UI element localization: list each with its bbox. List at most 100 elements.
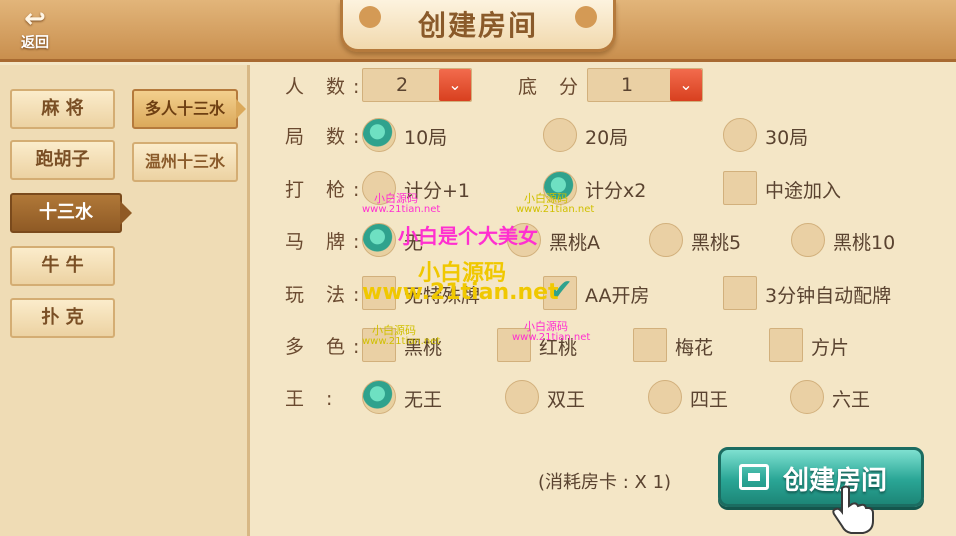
variant-tab-multi[interactable]: 多人十三水 [132,89,246,129]
horse-option-spade-5[interactable]: 黑桃5 [649,221,769,261]
game-tab-label: 牛 牛 [41,255,84,276]
option-label: 双王 [547,389,586,411]
option-label: 无王 [404,389,443,411]
radio-icon [362,171,396,205]
radio-icon [791,223,825,257]
option-label: 红桃 [539,337,578,359]
back-button[interactable]: ↩ 返回 [6,4,64,58]
game-tab-poker[interactable]: 扑 克 [10,298,115,338]
colors-option-diamond[interactable]: 方片 [769,326,879,366]
game-tab-paohuzi[interactable]: 跑胡子 [10,140,115,180]
row-horse: 马 牌: 无 黑桃A 黑桃5 黑桃10 [285,221,925,261]
base-score-value: 1 [620,74,634,96]
shoot-option-x2[interactable]: 计分x2 [543,169,683,209]
colors-label: 多 色: [285,336,368,358]
checkbox-icon [769,328,803,362]
shoot-option-plus1[interactable]: 计分+1 [362,169,502,209]
checkbox-icon [497,328,531,362]
pointing-hand-icon [832,485,874,534]
option-label: 黑桃 [404,337,443,359]
radio-icon [649,223,683,257]
joker-option-six[interactable]: 六王 [790,378,900,418]
option-label: 黑桃5 [691,232,742,254]
players-label: 人 数: [285,76,368,98]
radio-icon [507,223,541,257]
radio-icon [790,380,824,414]
play-option-no-special[interactable]: 无特殊牌 [362,274,512,314]
base-score-dropdown[interactable]: 1 ⌄ [587,68,703,102]
radio-icon [543,118,577,152]
variant-tab-wenzhou[interactable]: 温州十三水 [132,142,238,182]
top-bar: ↩ 返回 创建房间 [0,0,956,62]
joker-option-two[interactable]: 双王 [505,378,615,418]
joker-option-four[interactable]: 四王 [648,378,758,418]
game-tab-label: 麻 将 [41,98,84,119]
horse-option-spade-a[interactable]: 黑桃A [507,221,627,261]
option-label: 梅花 [675,337,714,359]
room-card-cost: (消耗房卡 : X 1) [538,472,672,493]
game-tab-label: 扑 克 [41,307,84,328]
title-plate: 创建房间 [340,0,616,52]
option-label: 10局 [404,127,448,149]
game-sidebar: 麻 将 跑胡子 十三水 牛 牛 扑 克 多人十三水 温州十三水 [0,65,250,536]
players-dropdown[interactable]: 2 ⌄ [362,68,472,102]
option-label: 四王 [690,389,729,411]
colors-option-heart[interactable]: 红桃 [497,326,607,366]
option-label: 无特殊牌 [404,285,481,307]
option-label: 方片 [811,337,850,359]
option-label: 中途加入 [765,180,842,202]
option-label: 无 [404,232,424,254]
option-label: 30局 [765,127,809,149]
create-room-button[interactable]: 创建房间 [718,447,924,507]
horse-option-none[interactable]: 无 [362,221,472,261]
variant-tab-label: 温州十三水 [144,152,225,171]
back-arrow-icon: ↩ [24,4,46,34]
rounds-option-30[interactable]: 30局 [723,116,843,156]
game-tab-label: 十三水 [39,202,93,223]
page-title: 创建房间 [417,9,538,42]
rounds-option-20[interactable]: 20局 [543,116,663,156]
checkbox-icon [362,276,396,310]
game-tab-niuniu[interactable]: 牛 牛 [10,246,115,286]
row-rounds: 局 数: 10局 20局 30局 [285,116,925,156]
game-tab-mahjong[interactable]: 麻 将 [10,89,115,129]
radio-selected-icon [362,380,396,414]
option-label: 黑桃10 [833,232,896,254]
option-label: 计分+1 [404,180,471,202]
checkbox-icon [633,328,667,362]
option-label: 六王 [832,389,871,411]
colors-option-spade[interactable]: 黑桃 [362,326,472,366]
game-tab-shisanshui[interactable]: 十三水 [10,193,132,233]
rounds-label: 局 数: [285,126,368,148]
checkbox-icon [362,328,396,362]
shoot-option-midway-join[interactable]: 中途加入 [723,169,883,209]
back-label: 返回 [21,35,49,51]
option-label: 黑桃A [549,232,600,254]
row-joker: 王 : 无王 双王 四王 六王 [285,378,925,418]
joker-option-none[interactable]: 无王 [362,378,472,418]
rounds-option-10[interactable]: 10局 [362,116,482,156]
checkbox-checked-icon [543,273,577,310]
shoot-label: 打 枪: [285,179,368,201]
option-label: AA开房 [585,285,650,307]
row-players: 人 数: 2 ⌄ 底 分: 1 ⌄ [285,66,705,106]
play-label: 玩 法: [285,284,368,306]
row-shoot: 打 枪: 计分+1 计分x2 中途加入 [285,169,925,209]
chevron-down-icon: ⌄ [670,69,702,101]
play-option-aa-room[interactable]: AA开房 [543,273,683,314]
checkbox-icon [723,276,757,310]
option-label: 计分x2 [585,180,647,202]
players-value: 2 [395,74,409,96]
horse-option-spade-10[interactable]: 黑桃10 [791,221,921,261]
room-icon [739,464,769,490]
variant-tab-label: 多人十三水 [144,99,225,118]
chevron-down-icon: ⌄ [439,69,471,101]
colors-option-club[interactable]: 梅花 [633,326,743,366]
option-label: 3分钟自动配牌 [765,285,892,307]
radio-selected-icon [362,118,396,152]
horse-label: 马 牌: [285,231,368,253]
joker-label: 王 : [285,388,341,410]
play-option-auto-arrange[interactable]: 3分钟自动配牌 [723,274,913,314]
checkbox-icon [723,171,757,205]
radio-icon [723,118,757,152]
